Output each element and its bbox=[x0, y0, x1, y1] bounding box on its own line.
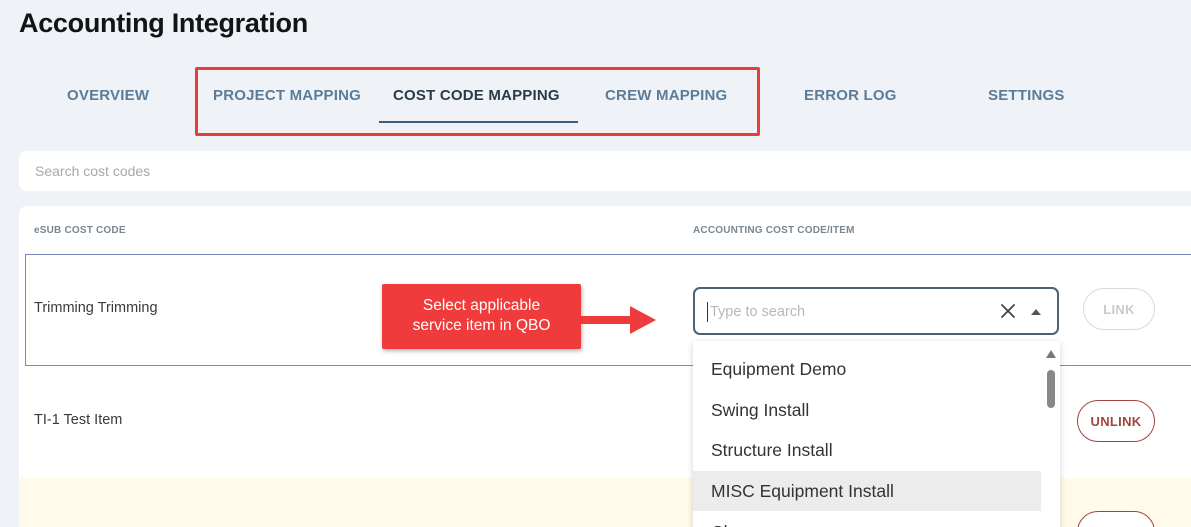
unlink-button[interactable]: UNLINK bbox=[1077, 400, 1155, 442]
page-title: Accounting Integration bbox=[19, 8, 308, 38]
search-bar bbox=[19, 151, 1191, 191]
dropdown-menu: Equipment Demo Swing Install Structure I… bbox=[693, 341, 1060, 527]
dropdown-option[interactable]: Swing Install bbox=[693, 390, 1041, 430]
dropdown-option-hovered[interactable]: MISC Equipment Install bbox=[693, 471, 1041, 511]
dropdown-scrollbar[interactable] bbox=[1042, 341, 1060, 527]
search-input[interactable] bbox=[19, 151, 619, 191]
dropdown-arrow-icon[interactable] bbox=[1029, 305, 1043, 319]
tab-error-log[interactable]: ERROR LOG bbox=[804, 87, 897, 104]
cost-code-name: TI-1 Test Item bbox=[34, 412, 123, 428]
tab-settings[interactable]: SETTINGS bbox=[988, 87, 1065, 104]
cost-code-name: Trimming Trimming bbox=[34, 300, 158, 316]
accounting-item-select[interactable] bbox=[693, 287, 1059, 335]
tabs-highlight-annotation bbox=[195, 67, 760, 136]
dropdown-option[interactable]: Structure Install bbox=[693, 430, 1041, 470]
scrollbar-thumb[interactable] bbox=[1047, 370, 1055, 408]
dropdown-option[interactable]: Equipment Demo bbox=[693, 349, 1041, 389]
annotation-line-2: service item in QBO bbox=[412, 317, 551, 334]
column-header-accounting-item: ACCOUNTING COST CODE/ITEM bbox=[693, 225, 855, 236]
dropdown-option[interactable]: Cleanup bbox=[693, 512, 1041, 527]
annotation-line-1: Select applicable bbox=[422, 297, 541, 314]
link-button[interactable]: LINK bbox=[1083, 288, 1155, 330]
tab-overview[interactable]: OVERVIEW bbox=[67, 87, 149, 104]
column-header-esub-cost-code: eSUB COST CODE bbox=[34, 225, 126, 236]
unlink-button[interactable] bbox=[1077, 511, 1155, 527]
accounting-item-search-input[interactable] bbox=[707, 302, 977, 322]
annotation-arrow-icon bbox=[580, 306, 656, 334]
scroll-up-icon[interactable] bbox=[1046, 350, 1056, 358]
clear-icon[interactable] bbox=[997, 300, 1019, 322]
annotation-callout: Select applicable service item in QBO bbox=[382, 284, 581, 349]
